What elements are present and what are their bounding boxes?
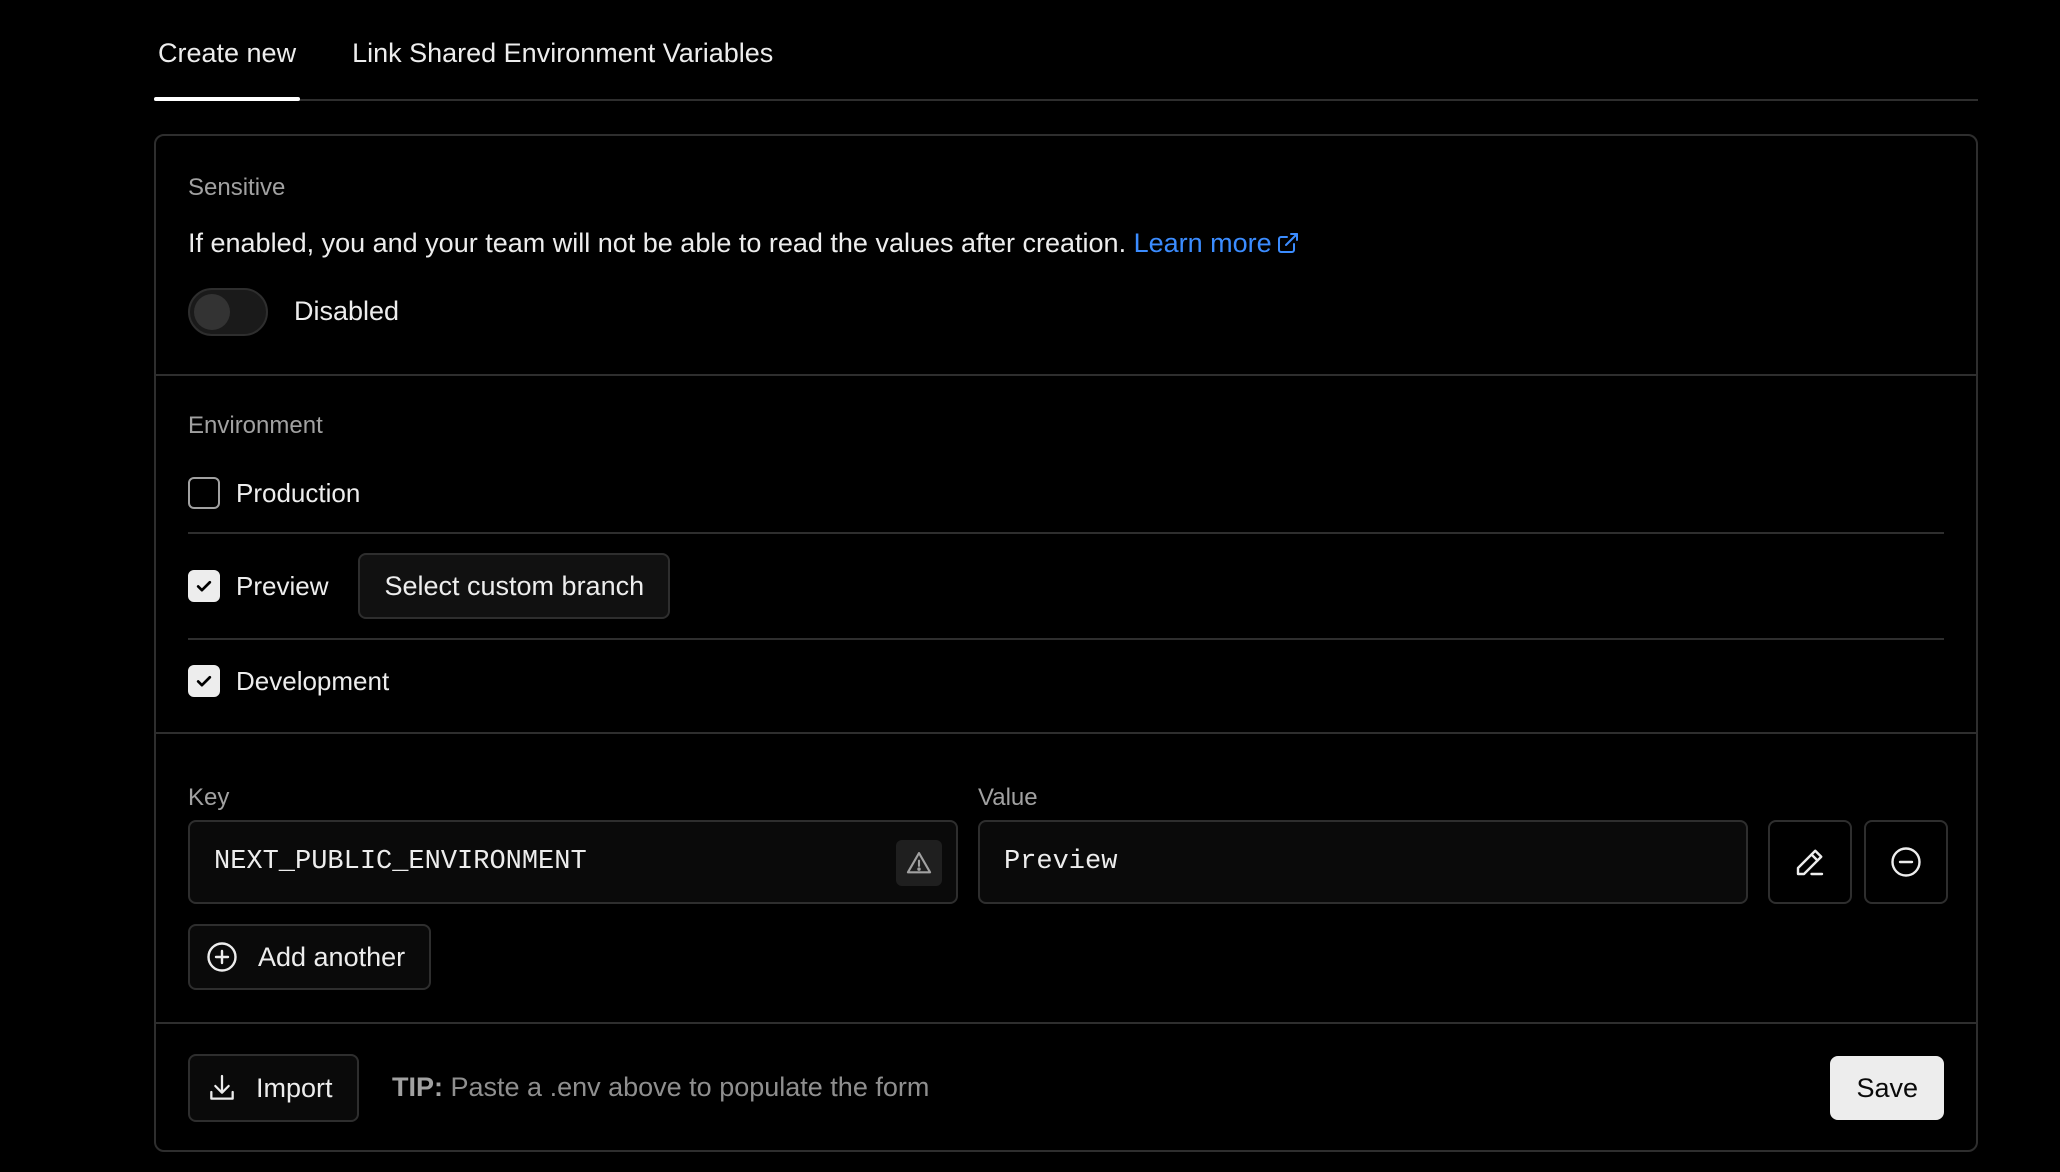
remove-button[interactable] [1864, 820, 1948, 904]
save-button[interactable]: Save [1830, 1056, 1944, 1120]
production-checkbox[interactable] [188, 477, 220, 509]
pencil-icon [1796, 849, 1824, 876]
tip-message: Paste a .env above to populate the form [450, 1072, 930, 1102]
plus-circle-icon [207, 942, 237, 972]
preview-label: Preview [236, 570, 329, 601]
tip-text: TIP: Paste a .env above to populate the … [392, 1072, 929, 1103]
env-option-development: Development [188, 640, 1944, 722]
add-another-button[interactable]: Add another [188, 924, 432, 990]
sensitive-title: Sensitive [188, 174, 286, 201]
value-input[interactable]: Preview [978, 820, 1748, 904]
toggle-knob [194, 294, 230, 330]
add-another-label: Add another [258, 941, 406, 972]
sensitive-description-text: If enabled, you and your team will not b… [188, 228, 1127, 258]
sensitive-toggle-state: Disabled [294, 296, 400, 326]
production-label: Production [236, 477, 361, 508]
key-value-section: Key Value NEXT_PUBLIC_ENVIRONMENT Previe… [156, 734, 1976, 1024]
form-footer: Import TIP: Paste a .env above to popula… [156, 1024, 1976, 1152]
import-label: Import [256, 1072, 333, 1103]
value-label: Value [978, 784, 1038, 811]
download-icon [210, 1074, 234, 1100]
key-input-value: NEXT_PUBLIC_ENVIRONMENT [214, 847, 587, 877]
edit-button[interactable] [1768, 820, 1852, 904]
environment-title: Environment [188, 412, 323, 439]
external-link-icon [1277, 233, 1298, 253]
preview-checkbox[interactable] [188, 570, 220, 602]
environment-section: Environment Production Preview Select cu… [156, 376, 1976, 734]
env-option-preview: Preview Select custom branch [188, 534, 1944, 640]
select-custom-branch-button[interactable]: Select custom branch [358, 553, 671, 619]
sensitive-section: Sensitive If enabled, you and your team … [156, 136, 1976, 376]
learn-more-link[interactable]: Learn more [1134, 228, 1300, 258]
sensitive-description: If enabled, you and your team will not b… [188, 228, 1300, 259]
key-label: Key [188, 784, 230, 811]
tab-create-new[interactable]: Create new [154, 38, 301, 101]
minus-circle-icon [1891, 847, 1921, 877]
development-checkbox[interactable] [188, 665, 220, 697]
value-input-value: Preview [1004, 847, 1118, 877]
check-icon [196, 675, 212, 687]
import-button[interactable]: Import [188, 1054, 359, 1122]
key-input[interactable]: NEXT_PUBLIC_ENVIRONMENT [188, 820, 958, 904]
env-option-production: Production [188, 466, 1944, 534]
env-var-card: Sensitive If enabled, you and your team … [154, 134, 1978, 1152]
warning-triangle-icon[interactable] [896, 840, 942, 886]
tip-label: TIP: [392, 1072, 443, 1102]
learn-more-label: Learn more [1133, 228, 1272, 258]
sensitive-toggle[interactable] [188, 288, 268, 336]
tab-bar: Create new Link Shared Environment Varia… [154, 0, 1978, 101]
env-var-form-container: Create new Link Shared Environment Varia… [154, 0, 1978, 1152]
development-label: Development [236, 665, 390, 696]
tab-link-shared-env-vars[interactable]: Link Shared Environment Variables [348, 38, 777, 99]
check-icon [196, 580, 212, 592]
